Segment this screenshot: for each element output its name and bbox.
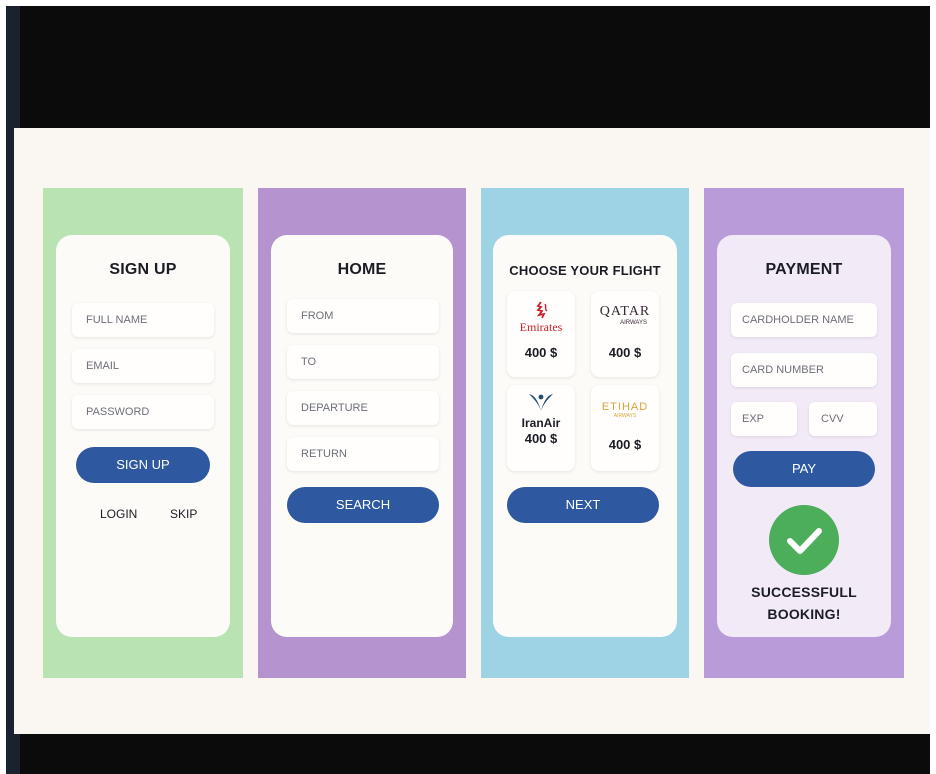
cardholder-name-field[interactable]: CARDHOLDER NAME [731, 303, 877, 337]
pay-button[interactable]: PAY [733, 451, 875, 487]
qatar-logo-icon: QATAR AIRWAYS [599, 304, 651, 327]
iranair-logo-icon [529, 394, 553, 411]
flight-title: CHOOSE YOUR FLIGHT [509, 263, 661, 278]
home-screen: HOME FROM TO DEPARTURE RETURN SEARCH [258, 188, 466, 678]
signup-screen: SIGN UP FULL NAME EMAIL PASSWORD SIGN UP… [43, 188, 243, 678]
home-card: HOME FROM TO DEPARTURE RETURN SEARCH [271, 235, 453, 637]
emirates-logo-icon [536, 301, 548, 319]
choose-flight-screen: CHOOSE YOUR FLIGHT Emirates 400 $ QATAR … [481, 188, 689, 678]
payment-screen: PAYMENT CARDHOLDER NAME CARD NUMBER EXP … [704, 188, 904, 678]
signup-card: SIGN UP FULL NAME EMAIL PASSWORD SIGN UP… [56, 235, 230, 637]
payment-card: PAYMENT CARDHOLDER NAME CARD NUMBER EXP … [717, 235, 891, 637]
next-button[interactable]: NEXT [507, 487, 659, 523]
password-field[interactable]: PASSWORD [72, 395, 214, 429]
exp-field[interactable]: EXP [731, 402, 797, 436]
from-field[interactable]: FROM [287, 299, 439, 333]
iranair-name: IranAir [521, 416, 561, 430]
flight-option-iranair[interactable]: IranAir 400 $ [507, 385, 575, 471]
search-button[interactable]: SEARCH [287, 487, 439, 523]
departure-field[interactable]: DEPARTURE [287, 391, 439, 425]
signup-button[interactable]: SIGN UP [76, 447, 210, 483]
flight-card: CHOOSE YOUR FLIGHT Emirates 400 $ QATAR … [493, 235, 677, 637]
success-line-1: SUCCESSFULL [751, 584, 857, 600]
payment-title: PAYMENT [765, 261, 843, 278]
cvv-field[interactable]: CVV [809, 402, 877, 436]
login-link[interactable]: LOGIN [100, 507, 137, 521]
success-line-2: BOOKING! [767, 606, 841, 622]
emirates-name: Emirates [519, 320, 563, 334]
email-field[interactable]: EMAIL [72, 349, 214, 383]
check-circle-icon [769, 505, 839, 575]
home-title: HOME [337, 261, 387, 278]
flight-option-qatar[interactable]: QATAR AIRWAYS 400 $ [591, 291, 659, 377]
design-canvas: SIGN UP FULL NAME EMAIL PASSWORD SIGN UP… [14, 128, 930, 734]
return-field[interactable]: RETURN [287, 437, 439, 471]
skip-link[interactable]: SKIP [170, 507, 197, 521]
card-number-field[interactable]: CARD NUMBER [731, 353, 877, 387]
full-name-field[interactable]: FULL NAME [72, 303, 214, 337]
flight-price: 400 $ [608, 345, 642, 360]
flight-price: 400 $ [524, 431, 558, 446]
flight-option-emirates[interactable]: Emirates 400 $ [507, 291, 575, 377]
signup-title: SIGN UP [109, 261, 177, 278]
flight-price: 400 $ [608, 437, 642, 452]
to-field[interactable]: TO [287, 345, 439, 379]
etihad-logo-icon: ETIHAD AIRWAYS [601, 401, 649, 419]
flight-option-etihad[interactable]: ETIHAD AIRWAYS 400 $ [591, 385, 659, 471]
flight-price: 400 $ [524, 345, 558, 360]
